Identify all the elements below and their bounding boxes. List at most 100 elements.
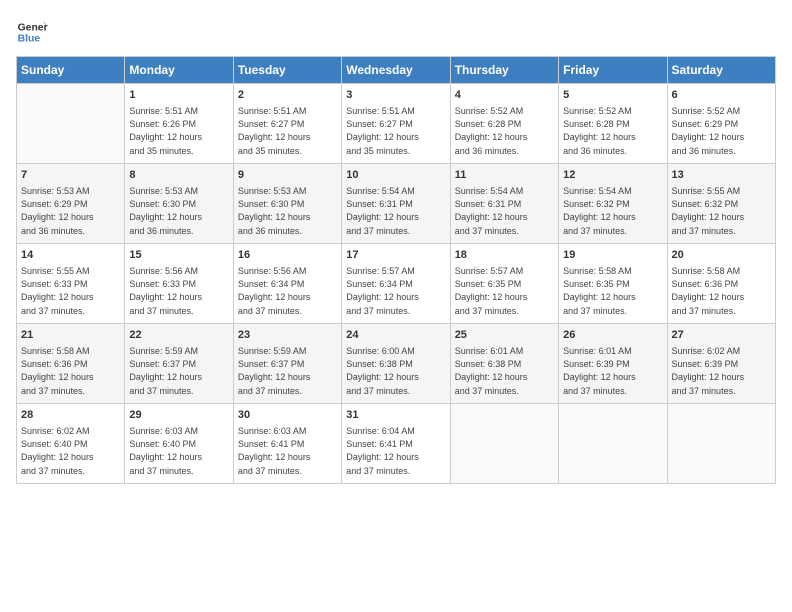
calendar-cell: 25Sunrise: 6:01 AM Sunset: 6:38 PM Dayli… bbox=[450, 324, 558, 404]
day-number: 31 bbox=[346, 408, 445, 423]
day-info: Sunrise: 5:52 AM Sunset: 6:28 PM Dayligh… bbox=[563, 105, 662, 157]
day-number: 14 bbox=[21, 248, 120, 263]
day-number: 28 bbox=[21, 408, 120, 423]
day-info: Sunrise: 5:51 AM Sunset: 6:27 PM Dayligh… bbox=[346, 105, 445, 157]
day-info: Sunrise: 6:04 AM Sunset: 6:41 PM Dayligh… bbox=[346, 425, 445, 477]
day-number: 3 bbox=[346, 88, 445, 103]
day-info: Sunrise: 5:58 AM Sunset: 6:35 PM Dayligh… bbox=[563, 265, 662, 317]
day-info: Sunrise: 5:53 AM Sunset: 6:29 PM Dayligh… bbox=[21, 185, 120, 237]
calendar-cell: 28 Sunrise: 6:02 AM Sunset: 6:40 PM Dayli… bbox=[17, 404, 125, 484]
calendar-cell: 23 Sunrise: 5:59 AM Sunset: 6:37 PM Dayli… bbox=[233, 324, 341, 404]
day-number: 4 bbox=[455, 88, 554, 103]
header: GeneralBlue bbox=[16, 16, 776, 48]
header-day: Monday bbox=[125, 57, 233, 84]
calendar-cell: 10 Sunrise: 5:54 AM Sunset: 6:31 PM Dayli… bbox=[342, 164, 450, 244]
day-info: Sunrise: 6:01 AM Sunset: 6:39 PM Dayligh… bbox=[563, 345, 662, 397]
calendar-cell bbox=[17, 84, 125, 164]
day-number: 10 bbox=[346, 168, 445, 183]
day-info: Sunrise: 5:57 AM Sunset: 6:34 PM Dayligh… bbox=[346, 265, 445, 317]
calendar-cell: 16 Sunrise: 5:56 AM Sunset: 6:34 PM Dayli… bbox=[233, 244, 341, 324]
calendar-cell: 20 Sunrise: 5:58 AM Sunset: 6:36 PM Dayli… bbox=[667, 244, 775, 324]
day-number: 15 bbox=[129, 248, 228, 263]
calendar-cell: 4 Sunrise: 5:52 AM Sunset: 6:28 PM Daylig… bbox=[450, 84, 558, 164]
calendar-week: 1 Sunrise: 5:51 AM Sunset: 6:26 PM Daylig… bbox=[17, 84, 776, 164]
day-number: 21 bbox=[21, 328, 120, 343]
day-number: 23 bbox=[238, 328, 337, 343]
svg-text:General: General bbox=[18, 22, 48, 33]
day-info: Sunrise: 5:56 AM Sunset: 6:33 PM Dayligh… bbox=[129, 265, 228, 317]
day-info: Sunrise: 5:52 AM Sunset: 6:28 PM Dayligh… bbox=[455, 105, 554, 157]
day-number: 24 bbox=[346, 328, 445, 343]
calendar-cell: 31 Sunrise: 6:04 AM Sunset: 6:41 PM Dayli… bbox=[342, 404, 450, 484]
day-info: Sunrise: 5:53 AM Sunset: 6:30 PM Dayligh… bbox=[129, 185, 228, 237]
day-number: 11 bbox=[455, 168, 554, 183]
calendar-week: 14Sunrise: 5:55 AM Sunset: 6:33 PM Dayli… bbox=[17, 244, 776, 324]
calendar-cell: 17Sunrise: 5:57 AM Sunset: 6:34 PM Dayli… bbox=[342, 244, 450, 324]
day-info: Sunrise: 5:54 AM Sunset: 6:31 PM Dayligh… bbox=[455, 185, 554, 237]
calendar-cell: 14Sunrise: 5:55 AM Sunset: 6:33 PM Dayli… bbox=[17, 244, 125, 324]
day-info: Sunrise: 5:54 AM Sunset: 6:32 PM Dayligh… bbox=[563, 185, 662, 237]
header-day: Wednesday bbox=[342, 57, 450, 84]
day-info: Sunrise: 5:58 AM Sunset: 6:36 PM Dayligh… bbox=[21, 345, 120, 397]
calendar-week: 7 Sunrise: 5:53 AM Sunset: 6:29 PM Daylig… bbox=[17, 164, 776, 244]
day-info: Sunrise: 5:54 AM Sunset: 6:31 PM Dayligh… bbox=[346, 185, 445, 237]
day-info: Sunrise: 6:02 AM Sunset: 6:39 PM Dayligh… bbox=[672, 345, 771, 397]
header-day: Thursday bbox=[450, 57, 558, 84]
day-number: 27 bbox=[672, 328, 771, 343]
calendar-cell: 21 Sunrise: 5:58 AM Sunset: 6:36 PM Dayli… bbox=[17, 324, 125, 404]
day-info: Sunrise: 5:58 AM Sunset: 6:36 PM Dayligh… bbox=[672, 265, 771, 317]
day-number: 16 bbox=[238, 248, 337, 263]
day-info: Sunrise: 5:52 AM Sunset: 6:29 PM Dayligh… bbox=[672, 105, 771, 157]
calendar-cell: 24 Sunrise: 6:00 AM Sunset: 6:38 PM Dayli… bbox=[342, 324, 450, 404]
calendar-cell: 12Sunrise: 5:54 AM Sunset: 6:32 PM Dayli… bbox=[559, 164, 667, 244]
day-info: Sunrise: 5:59 AM Sunset: 6:37 PM Dayligh… bbox=[129, 345, 228, 397]
day-number: 30 bbox=[238, 408, 337, 423]
calendar-cell bbox=[667, 404, 775, 484]
day-number: 13 bbox=[672, 168, 771, 183]
calendar-header: SundayMondayTuesdayWednesdayThursdayFrid… bbox=[17, 57, 776, 84]
svg-text:Blue: Blue bbox=[18, 34, 41, 45]
day-info: Sunrise: 5:51 AM Sunset: 6:27 PM Dayligh… bbox=[238, 105, 337, 157]
day-number: 8 bbox=[129, 168, 228, 183]
calendar-cell: 22 Sunrise: 5:59 AM Sunset: 6:37 PM Dayli… bbox=[125, 324, 233, 404]
calendar-cell: 3 Sunrise: 5:51 AM Sunset: 6:27 PM Daylig… bbox=[342, 84, 450, 164]
day-info: Sunrise: 6:02 AM Sunset: 6:40 PM Dayligh… bbox=[21, 425, 120, 477]
day-number: 5 bbox=[563, 88, 662, 103]
header-day: Saturday bbox=[667, 57, 775, 84]
logo: GeneralBlue bbox=[16, 16, 48, 48]
day-number: 18 bbox=[455, 248, 554, 263]
day-number: 19 bbox=[563, 248, 662, 263]
calendar-cell: 5 Sunrise: 5:52 AM Sunset: 6:28 PM Daylig… bbox=[559, 84, 667, 164]
day-number: 1 bbox=[129, 88, 228, 103]
calendar-cell: 30 Sunrise: 6:03 AM Sunset: 6:41 PM Dayli… bbox=[233, 404, 341, 484]
day-number: 6 bbox=[672, 88, 771, 103]
logo-icon: GeneralBlue bbox=[16, 16, 48, 48]
day-info: Sunrise: 5:56 AM Sunset: 6:34 PM Dayligh… bbox=[238, 265, 337, 317]
calendar-cell: 19 Sunrise: 5:58 AM Sunset: 6:35 PM Dayli… bbox=[559, 244, 667, 324]
day-number: 9 bbox=[238, 168, 337, 183]
calendar-cell: 27 Sunrise: 6:02 AM Sunset: 6:39 PM Dayli… bbox=[667, 324, 775, 404]
day-info: Sunrise: 6:03 AM Sunset: 6:41 PM Dayligh… bbox=[238, 425, 337, 477]
calendar-cell: 13 Sunrise: 5:55 AM Sunset: 6:32 PM Dayli… bbox=[667, 164, 775, 244]
day-info: Sunrise: 6:00 AM Sunset: 6:38 PM Dayligh… bbox=[346, 345, 445, 397]
calendar-cell: 6 Sunrise: 5:52 AM Sunset: 6:29 PM Daylig… bbox=[667, 84, 775, 164]
day-number: 22 bbox=[129, 328, 228, 343]
calendar-body: 1 Sunrise: 5:51 AM Sunset: 6:26 PM Daylig… bbox=[17, 84, 776, 484]
calendar-cell: 29Sunrise: 6:03 AM Sunset: 6:40 PM Dayli… bbox=[125, 404, 233, 484]
day-info: Sunrise: 5:51 AM Sunset: 6:26 PM Dayligh… bbox=[129, 105, 228, 157]
day-number: 20 bbox=[672, 248, 771, 263]
day-number: 26 bbox=[563, 328, 662, 343]
calendar-week: 28 Sunrise: 6:02 AM Sunset: 6:40 PM Dayli… bbox=[17, 404, 776, 484]
day-number: 7 bbox=[21, 168, 120, 183]
calendar-cell: 15 Sunrise: 5:56 AM Sunset: 6:33 PM Dayli… bbox=[125, 244, 233, 324]
day-info: Sunrise: 5:59 AM Sunset: 6:37 PM Dayligh… bbox=[238, 345, 337, 397]
day-info: Sunrise: 5:53 AM Sunset: 6:30 PM Dayligh… bbox=[238, 185, 337, 237]
calendar-cell: 1 Sunrise: 5:51 AM Sunset: 6:26 PM Daylig… bbox=[125, 84, 233, 164]
day-number: 2 bbox=[238, 88, 337, 103]
calendar-cell: 26 Sunrise: 6:01 AM Sunset: 6:39 PM Dayli… bbox=[559, 324, 667, 404]
header-day: Tuesday bbox=[233, 57, 341, 84]
calendar-cell: 11 Sunrise: 5:54 AM Sunset: 6:31 PM Dayli… bbox=[450, 164, 558, 244]
day-info: Sunrise: 5:55 AM Sunset: 6:32 PM Dayligh… bbox=[672, 185, 771, 237]
day-info: Sunrise: 6:01 AM Sunset: 6:38 PM Dayligh… bbox=[455, 345, 554, 397]
calendar-cell: 2 Sunrise: 5:51 AM Sunset: 6:27 PM Daylig… bbox=[233, 84, 341, 164]
